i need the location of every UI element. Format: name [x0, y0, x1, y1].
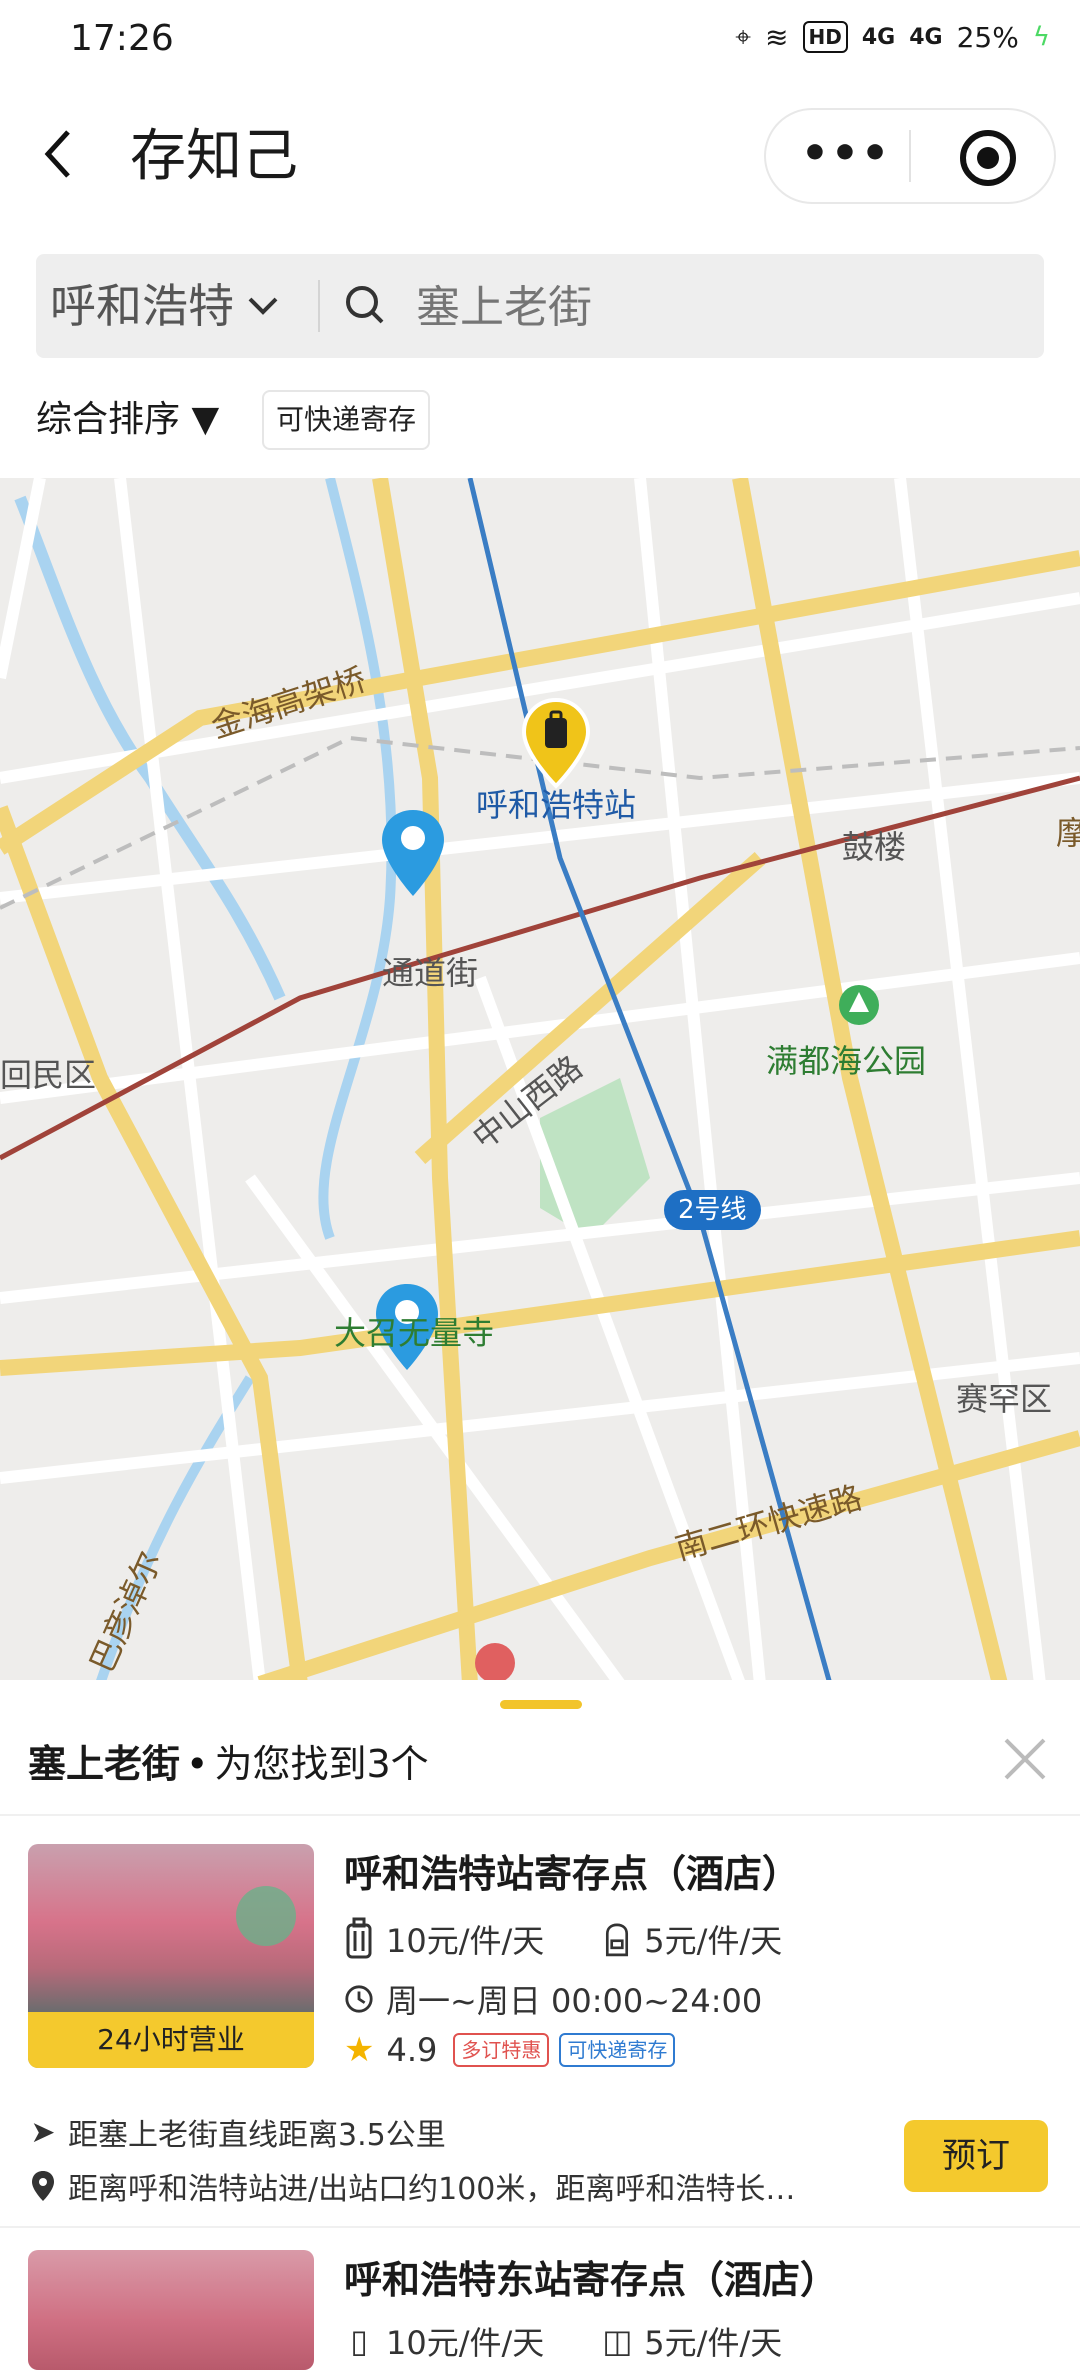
- status-bar: 17:26 ⌖ ≋ HD 4G 4G 25% ϟ: [0, 0, 1080, 84]
- mini-program-capsule: •••: [764, 108, 1056, 204]
- sort-dropdown[interactable]: 综合排序 ▼: [36, 392, 219, 448]
- location-pin-small-icon: [32, 2171, 54, 2201]
- store-name[interactable]: 呼和浩特东站寄存点（酒店）: [344, 2250, 838, 2310]
- backpack-icon: ◫: [602, 2322, 633, 2360]
- nav-bar: 存知己 •••: [0, 100, 1080, 220]
- search-divider: [318, 280, 320, 332]
- clock-icon: [345, 1985, 373, 2013]
- address-text: 距离呼和浩特站进/出站口约100米，距离呼和浩特长…: [68, 2172, 796, 2207]
- charging-icon: ϟ: [1032, 22, 1050, 52]
- search-bar: 呼和浩特: [36, 254, 1044, 358]
- city-name: 呼和浩特: [50, 279, 234, 333]
- search-input[interactable]: [414, 278, 1018, 336]
- metro-line-badge: 2号线: [664, 1190, 761, 1230]
- location-icon: ⌖: [735, 20, 752, 53]
- status-icons: ⌖ ≋ HD 4G 4G 25% ϟ: [735, 20, 1050, 54]
- large-luggage-icon: [346, 1917, 372, 1959]
- location-pin-icon[interactable]: [378, 808, 448, 900]
- search-icon: [346, 286, 384, 324]
- store-photo: [28, 2250, 314, 2370]
- hd-badge: HD: [802, 21, 848, 53]
- back-button[interactable]: [38, 122, 98, 192]
- signal-icon: 4G: [861, 24, 896, 50]
- opening-hours: 周一~周日 00:00~24:00: [386, 1982, 763, 2020]
- backpack-icon: [606, 1923, 629, 1957]
- chevron-down-icon: [248, 297, 278, 315]
- express-tag: 可快递寄存: [559, 2033, 676, 2067]
- hours-row: 周一~周日 00:00~24:00: [344, 1976, 762, 2022]
- large-luggage-icon: ▯: [350, 2322, 368, 2360]
- luggage-pin-icon[interactable]: [518, 696, 594, 792]
- star-icon: ★: [344, 2030, 375, 2070]
- map-label: 赛罕区: [956, 1380, 1053, 1418]
- map-label: 通道街: [382, 954, 479, 992]
- book-button[interactable]: 预订: [904, 2120, 1048, 2192]
- distance-row: ➤ 距塞上老街直线距离3.5公里: [28, 2110, 868, 2154]
- city-selector[interactable]: 呼和浩特: [50, 254, 280, 358]
- chevron-left-icon: [44, 130, 70, 178]
- capsule-divider: [909, 130, 911, 182]
- price-small: 5元/件/天: [644, 2324, 783, 2362]
- map-label: 回民区: [0, 1056, 97, 1094]
- map-label: 大召无量寺: [334, 1314, 495, 1352]
- rating-row: ★ 4.9 多订特惠 可快递寄存: [344, 2030, 676, 2070]
- distance-text: 距塞上老街直线距离3.5公里: [68, 2118, 446, 2153]
- signal-icon: 4G: [909, 24, 943, 50]
- more-button[interactable]: •••: [796, 126, 896, 186]
- park-icon: [839, 985, 879, 1025]
- price-row: ▯ 10元/件/天 ◫ 5元/件/天: [344, 2318, 782, 2364]
- battery-level: 25%: [956, 20, 1019, 54]
- price-large: 10元/件/天: [386, 2324, 545, 2362]
- target-icon[interactable]: [960, 130, 1016, 186]
- rating-value: 4.9: [386, 2031, 438, 2069]
- price-large: 10元/件/天: [386, 1922, 545, 1960]
- status-time: 17:26: [70, 18, 174, 59]
- price-small: 5元/件/天: [644, 1922, 783, 1960]
- price-row: 10元/件/天 5元/件/天: [344, 1916, 782, 1962]
- address-row: 距离呼和浩特站进/出站口约100米，距离呼和浩特长…: [28, 2164, 868, 2208]
- store-photo: 24小时营业: [28, 1844, 314, 2068]
- map-view[interactable]: 2号线 金海高架桥 呼和浩特站 鼓楼 摩 通道街 满都海公园 中山西路 回民区 …: [0, 478, 1080, 1684]
- discount-tag: 多订特惠: [453, 2033, 550, 2067]
- page-title: 存知己: [130, 124, 298, 189]
- express-storage-filter[interactable]: 可快递寄存: [262, 390, 431, 450]
- map-label: 摩: [1056, 814, 1080, 852]
- hours-badge: 24小时营业: [28, 2012, 314, 2068]
- wifi-icon: ≋: [765, 20, 789, 54]
- divider: [0, 2226, 1080, 2228]
- navigation-arrow-icon: ➤: [30, 2114, 56, 2150]
- store-name: 呼和浩特站寄存点（酒店）: [344, 1852, 801, 1896]
- map-label: 鼓楼: [842, 828, 907, 866]
- map-label: 满都海公园: [766, 1042, 927, 1080]
- map-label: 呼和浩特站: [476, 786, 637, 824]
